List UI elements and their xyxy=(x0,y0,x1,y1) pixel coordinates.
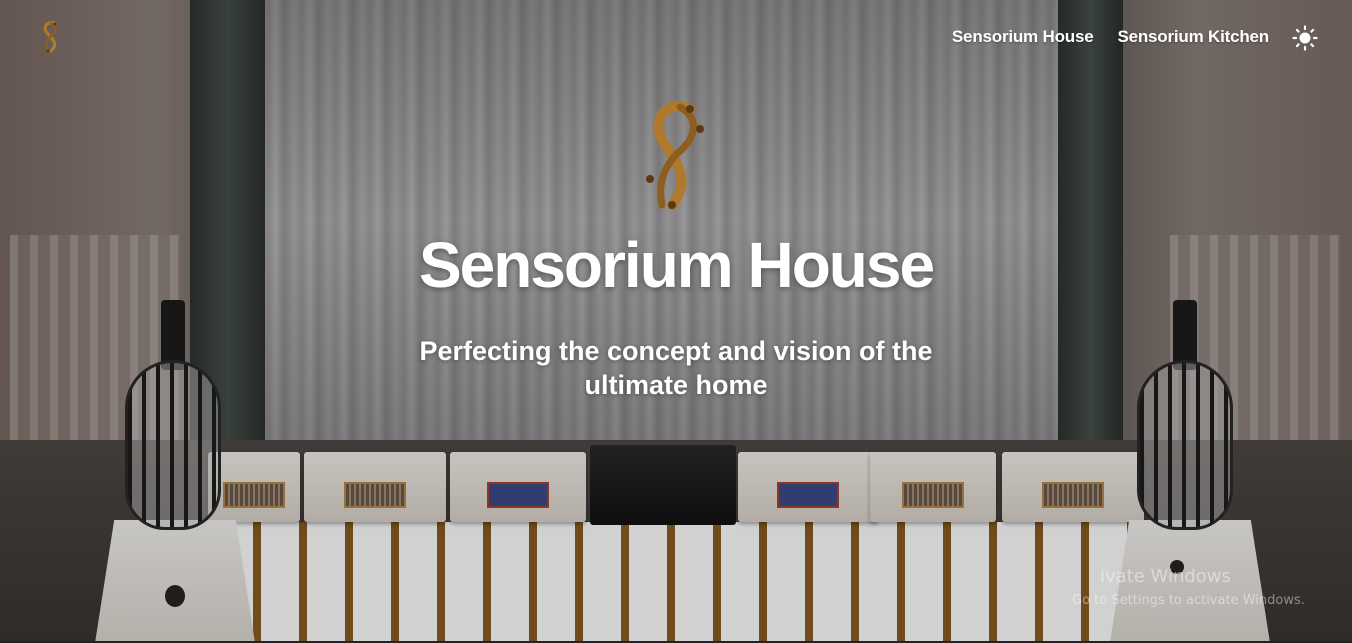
nav-link-sensorium-house[interactable]: Sensorium House xyxy=(952,27,1094,47)
hero-section: Sensorium House Sensorium Kitchen Sensor… xyxy=(0,0,1352,643)
main-nav: Sensorium House Sensorium Kitchen xyxy=(952,27,1269,47)
sensorium-s-logo-icon xyxy=(646,101,704,210)
hero-title: Sensorium House xyxy=(418,229,935,301)
sun-icon[interactable] xyxy=(1292,25,1318,51)
top-navigation-bar: Sensorium House Sensorium Kitchen xyxy=(0,0,1352,74)
windows-activation-watermark: ivate Windows Go to Settings to activate… xyxy=(1072,566,1305,608)
nav-link-sensorium-kitchen[interactable]: Sensorium Kitchen xyxy=(1117,27,1269,47)
sensorium-s-logo-icon[interactable] xyxy=(40,18,62,56)
watermark-line-2: Go to Settings to activate Windows. xyxy=(1072,593,1305,608)
hero-subtitle: Perfecting the concept and vision of the… xyxy=(419,336,933,400)
watermark-line-1: ivate Windows xyxy=(1100,566,1231,587)
